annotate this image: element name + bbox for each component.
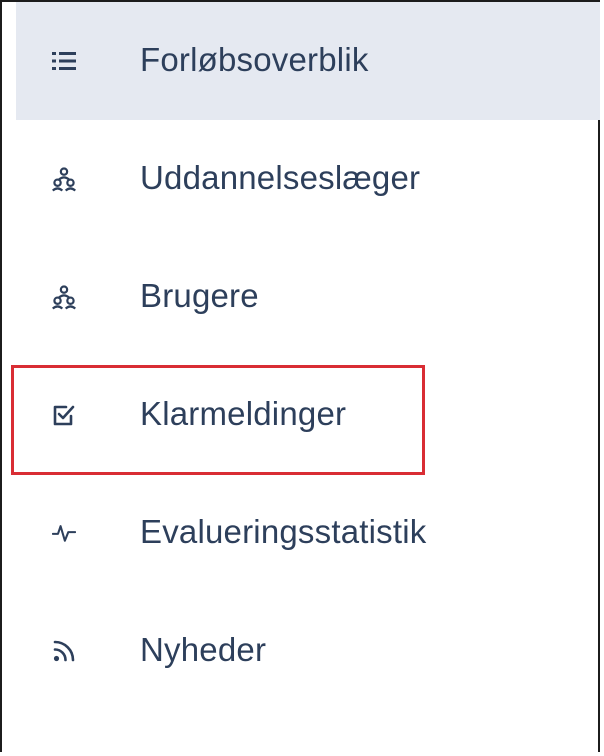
list-icon	[52, 49, 76, 73]
users-icon	[52, 167, 76, 192]
rss-icon	[52, 639, 76, 663]
sidebar-item-label: Nyheder	[140, 631, 267, 669]
sidebar-item-brugere[interactable]: Brugere	[16, 238, 600, 356]
sidebar-item-label: Evalueringsstatistik	[140, 513, 427, 551]
sidebar-item-forloebsoverblik[interactable]: Forløbsoverblik	[16, 2, 600, 120]
users-icon	[52, 285, 76, 310]
sidebar-nav: Forløbsoverblik Uddannelseslæger Brugere…	[16, 2, 600, 710]
checkbox-icon	[52, 403, 76, 427]
sidebar-item-label: Uddannelseslæger	[140, 159, 421, 197]
sidebar-item-nyheder[interactable]: Nyheder	[16, 592, 600, 710]
sidebar-item-label: Klarmeldinger	[140, 395, 347, 433]
sidebar-item-label: Brugere	[140, 277, 259, 315]
sidebar-item-evalueringsstatistik[interactable]: Evalueringsstatistik	[16, 474, 600, 592]
sidebar-item-klarmeldinger[interactable]: Klarmeldinger	[16, 356, 600, 474]
sidebar-item-label: Forløbsoverblik	[140, 41, 369, 79]
sidebar-item-uddannelseslaeger[interactable]: Uddannelseslæger	[16, 120, 600, 238]
activity-icon	[52, 521, 76, 545]
